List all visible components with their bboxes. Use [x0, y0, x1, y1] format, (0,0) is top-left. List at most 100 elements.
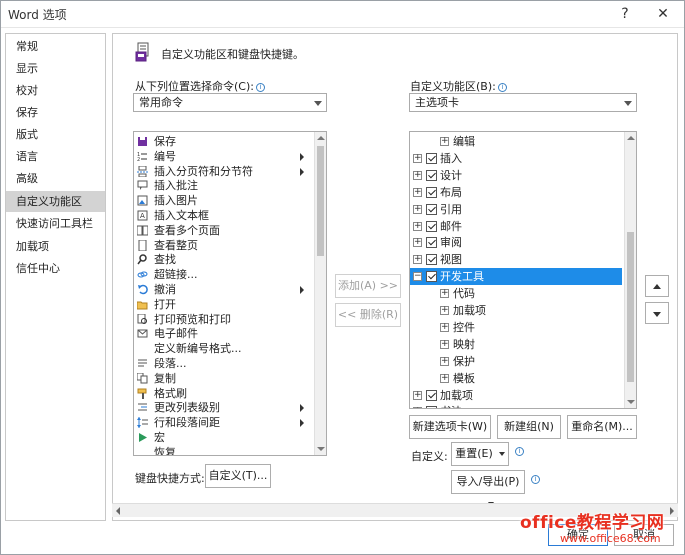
- ribbon-group-item[interactable]: + 模板: [410, 370, 624, 387]
- rename-button[interactable]: 重命名(M)...: [567, 415, 637, 439]
- command-item[interactable]: 插入图片: [134, 193, 314, 208]
- ribbon-group-item[interactable]: + 编辑: [410, 133, 624, 150]
- customize-ribbon-combo[interactable]: 主选项卡: [409, 93, 637, 112]
- command-item[interactable]: 插入批注: [134, 178, 314, 193]
- scroll-thumb[interactable]: [317, 146, 324, 256]
- expand-icon[interactable]: +: [413, 170, 422, 180]
- sidebar-item[interactable]: 自定义功能区: [6, 191, 105, 212]
- command-item[interactable]: 查看多个页面: [134, 223, 314, 238]
- collapse-icon[interactable]: −: [413, 272, 422, 282]
- command-item[interactable]: 1 2 编号: [134, 149, 314, 164]
- sidebar-item[interactable]: 高级: [6, 168, 105, 189]
- command-item[interactable]: 宏: [134, 430, 314, 445]
- sidebar-item[interactable]: 加载项: [6, 236, 105, 257]
- command-item[interactable]: 定义新编号格式...: [134, 341, 314, 356]
- ribbon-tab-item[interactable]: − 开发工具: [410, 268, 622, 286]
- command-item[interactable]: 段落...: [134, 356, 314, 371]
- scroll-right-icon[interactable]: [670, 507, 674, 515]
- help-button[interactable]: ?: [612, 2, 638, 26]
- sidebar-item[interactable]: 保存: [6, 102, 105, 123]
- scroll-down-icon[interactable]: [317, 447, 325, 451]
- expand-icon[interactable]: +: [440, 137, 449, 146]
- expand-icon[interactable]: +: [413, 238, 422, 248]
- ribbon-tab-item[interactable]: + 视图: [410, 251, 624, 268]
- expand-icon[interactable]: +: [440, 373, 449, 383]
- checkbox-checked[interactable]: [426, 254, 437, 266]
- expand-icon[interactable]: +: [440, 356, 449, 366]
- expand-icon[interactable]: +: [413, 221, 422, 231]
- ribbon-tab-item[interactable]: + 布局: [410, 184, 624, 201]
- sidebar-item[interactable]: 快速访问工具栏: [6, 213, 105, 234]
- ribbon-group-item[interactable]: + 代码: [410, 285, 624, 302]
- expand-icon[interactable]: +: [440, 306, 449, 315]
- command-item[interactable]: 查找: [134, 252, 314, 267]
- remove-button[interactable]: << 删除(R): [335, 303, 401, 327]
- scroll-left-icon[interactable]: [116, 507, 120, 515]
- move-up-button[interactable]: [645, 275, 669, 297]
- scroll-thumb[interactable]: [627, 232, 634, 382]
- commands-scrollbar[interactable]: [314, 132, 326, 455]
- reset-button[interactable]: 重置(E): [451, 442, 509, 466]
- customize-keyboard-button[interactable]: 自定义(T)...: [205, 464, 271, 488]
- expand-icon[interactable]: +: [413, 187, 422, 197]
- checkbox-checked[interactable]: [426, 152, 437, 164]
- choose-commands-combo[interactable]: 常用命令: [133, 93, 327, 112]
- sidebar-item[interactable]: 校对: [6, 80, 105, 101]
- scroll-up-icon[interactable]: [627, 136, 635, 140]
- command-item[interactable]: 查看整页: [134, 238, 314, 253]
- ribbon-group-item[interactable]: + 保护: [410, 353, 624, 370]
- ribbon-tab-item[interactable]: + 邮件: [410, 218, 624, 235]
- command-item[interactable]: 行和段落间距: [134, 415, 314, 430]
- checkbox-checked[interactable]: [426, 406, 437, 408]
- checkbox-checked[interactable]: [426, 389, 437, 401]
- command-item[interactable]: 撤消: [134, 282, 314, 297]
- new-group-button[interactable]: 新建组(N): [497, 415, 561, 439]
- ribbon-tab-item[interactable]: + 书法: [410, 403, 624, 408]
- expand-icon[interactable]: +: [440, 289, 449, 299]
- command-item[interactable]: 打开: [134, 297, 314, 312]
- command-item[interactable]: 恢复: [134, 445, 314, 455]
- command-item[interactable]: 格式刷: [134, 386, 314, 401]
- command-item[interactable]: 更改列表级别: [134, 400, 314, 415]
- add-button[interactable]: 添加(A) >>: [335, 274, 401, 298]
- command-item[interactable]: 保存: [134, 134, 314, 149]
- command-item[interactable]: 电子邮件: [134, 326, 314, 341]
- ribbon-tab-item[interactable]: + 加载项: [410, 387, 624, 404]
- sidebar-item[interactable]: 版式: [6, 124, 105, 145]
- expand-icon[interactable]: +: [440, 322, 449, 332]
- move-down-button[interactable]: [645, 302, 669, 324]
- ribbon-group-item[interactable]: + 加载项: [410, 302, 624, 319]
- sidebar-item[interactable]: 常规: [6, 36, 105, 57]
- expand-icon[interactable]: +: [413, 153, 422, 163]
- import-export-button[interactable]: 导入/导出(P): [451, 470, 525, 506]
- ribbon-group-item[interactable]: + 控件: [410, 319, 624, 336]
- checkbox-checked[interactable]: [426, 271, 437, 283]
- expand-icon[interactable]: +: [413, 255, 422, 265]
- ribbon-tab-item[interactable]: + 设计: [410, 167, 624, 184]
- scroll-down-icon[interactable]: [627, 400, 635, 404]
- scroll-up-icon[interactable]: [317, 136, 325, 140]
- ribbon-tabs-tree[interactable]: + 编辑 + 插入 + 设计 + 布局 + 引用 + 邮件 + 审阅 + 视图 − 开发工具 + 代码 + 加载项 + 控件 +…: [409, 131, 637, 409]
- checkbox-checked[interactable]: [426, 237, 437, 249]
- ribbon-tab-item[interactable]: + 审阅: [410, 234, 624, 251]
- new-tab-button[interactable]: 新建选项卡(W): [409, 415, 491, 439]
- command-item[interactable]: 打印预览和打印: [134, 312, 314, 327]
- tree-scrollbar[interactable]: [624, 132, 636, 408]
- sidebar-item[interactable]: 信任中心: [6, 258, 105, 279]
- checkbox-checked[interactable]: [426, 203, 437, 215]
- expand-icon[interactable]: +: [413, 204, 422, 214]
- command-item[interactable]: 超链接...: [134, 267, 314, 282]
- sidebar-item[interactable]: 显示: [6, 58, 105, 79]
- checkbox-checked[interactable]: [426, 220, 437, 232]
- ribbon-group-item[interactable]: + 映射: [410, 336, 624, 353]
- command-item[interactable]: A 插入文本框: [134, 208, 314, 223]
- checkbox-checked[interactable]: [426, 169, 437, 181]
- expand-icon[interactable]: +: [413, 407, 422, 408]
- commands-list[interactable]: 保存 1 2 编号 插入分页符和分节符 插入批注 插入图片 A 插入文本框 查看多个页面 查看整页查…: [133, 131, 327, 456]
- sidebar-item[interactable]: 语言: [6, 146, 105, 167]
- ribbon-tab-item[interactable]: + 插入: [410, 150, 624, 167]
- checkbox-checked[interactable]: [426, 186, 437, 198]
- close-button[interactable]: ✕: [650, 2, 676, 26]
- command-item[interactable]: 复制: [134, 371, 314, 386]
- command-item[interactable]: 插入分页符和分节符: [134, 164, 314, 179]
